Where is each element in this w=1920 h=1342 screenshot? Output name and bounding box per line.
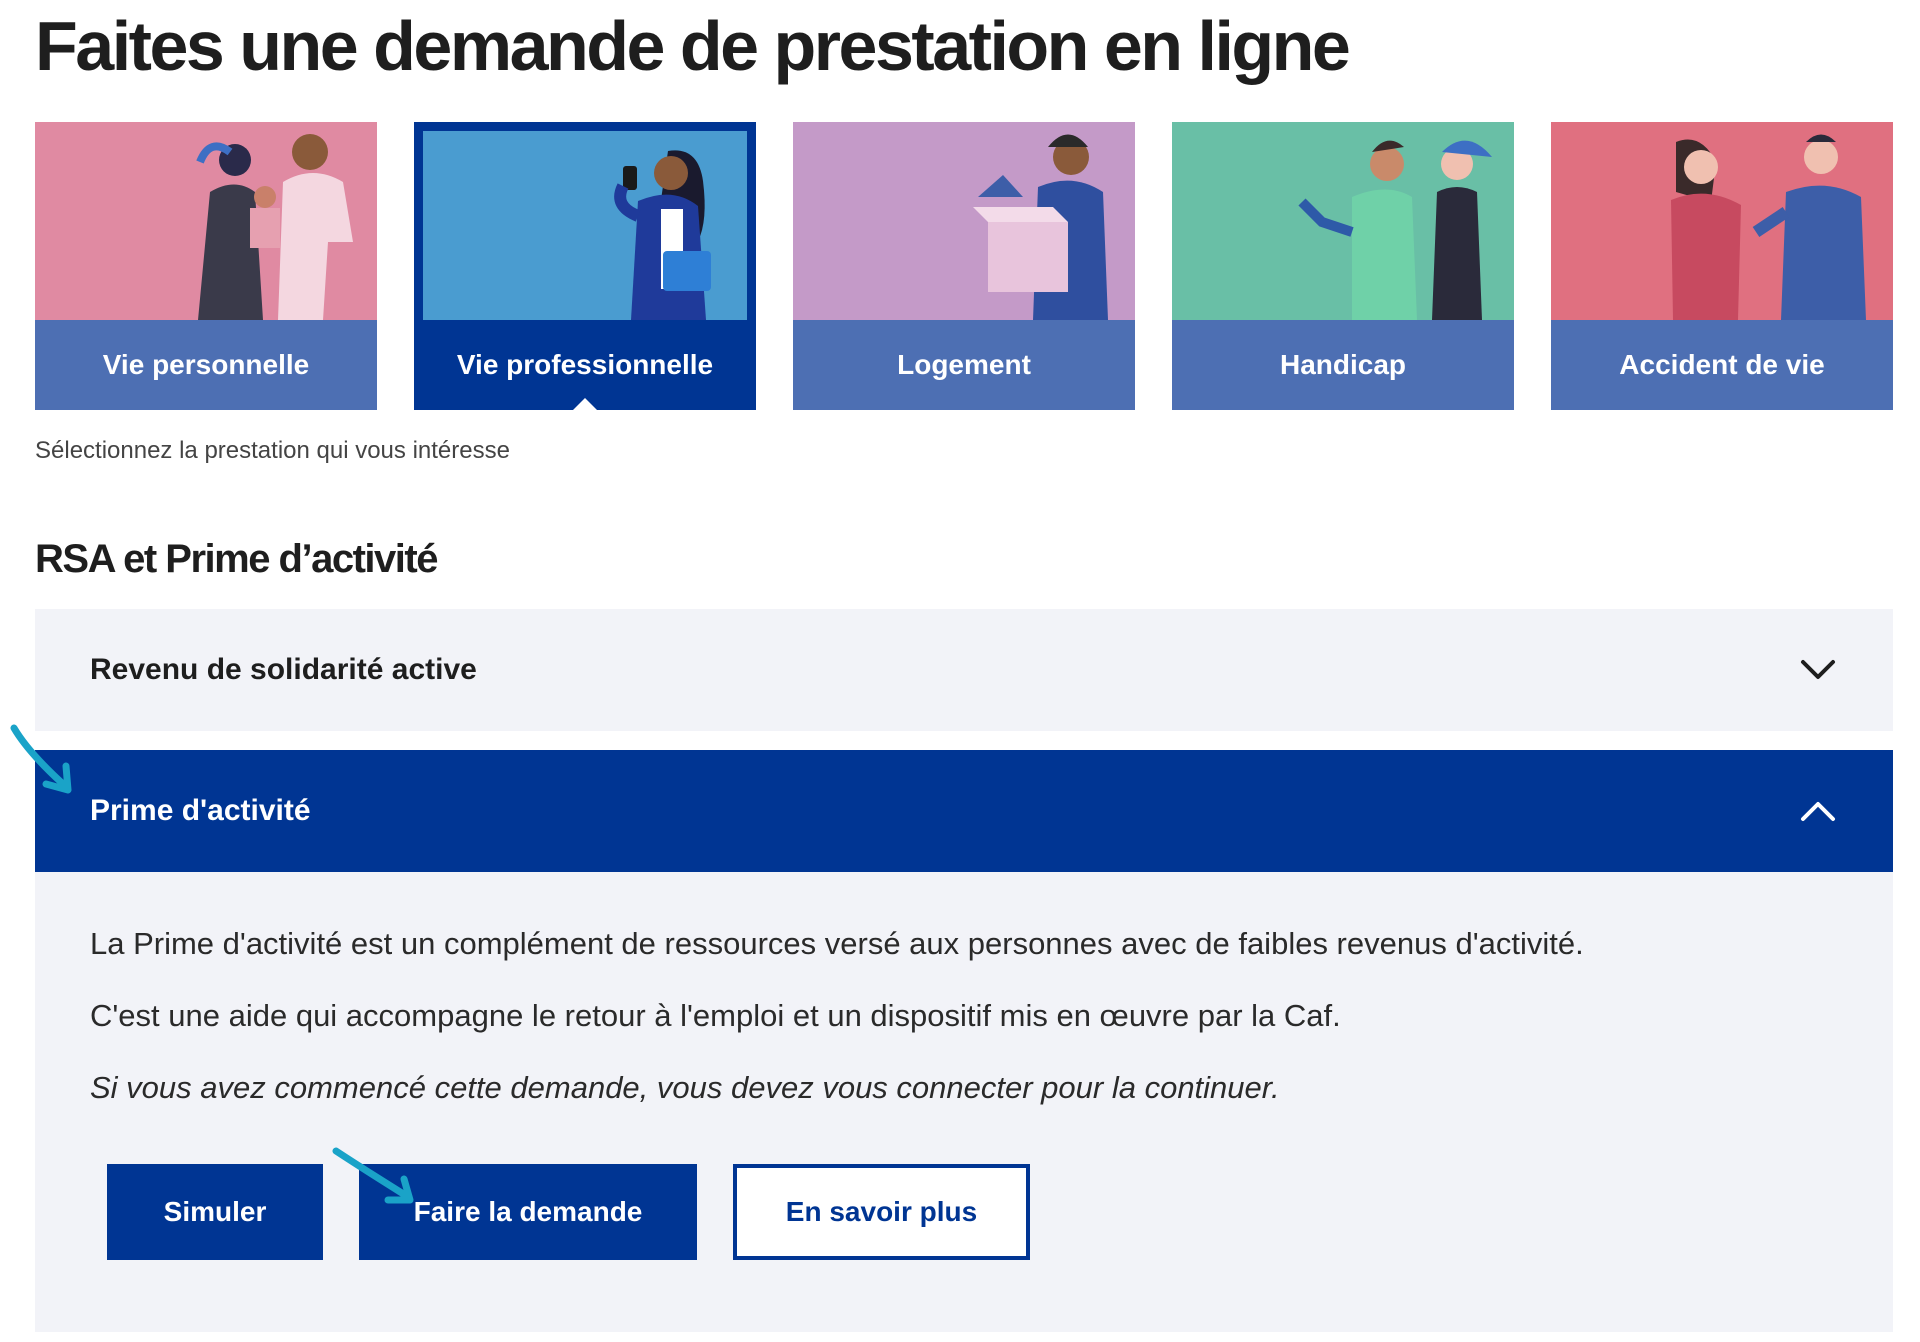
moving-box-illustration xyxy=(793,122,1135,320)
accordion-item-prime-activite: Prime d'activité La Prime d'activité est… xyxy=(35,750,1893,1332)
category-cards: Vie personnelle Vie professionnelle Loge… xyxy=(35,122,1893,410)
active-pointer xyxy=(573,398,597,410)
category-label: Vie personnelle xyxy=(35,320,377,410)
chevron-down-icon[interactable] xyxy=(1798,650,1838,690)
accordion-panel-prime-activite: La Prime d'activité est un complément de… xyxy=(35,872,1893,1332)
accordion-header-rsa[interactable]: Revenu de solidarité active xyxy=(35,609,1893,731)
section-title: RSA et Prime d’activité xyxy=(35,537,438,581)
category-card-vie-personnelle[interactable]: Vie personnelle xyxy=(35,122,377,410)
accordion-title: Revenu de solidarité active xyxy=(90,653,477,686)
continuation-note: Si vous avez commencé cette demande, vou… xyxy=(90,1070,1280,1105)
worker-phone-illustration xyxy=(423,131,747,320)
simulate-button[interactable]: Simuler xyxy=(107,1164,323,1260)
family-illustration xyxy=(35,122,377,320)
category-label: Vie professionnelle xyxy=(414,320,756,410)
comforting-illustration xyxy=(1551,122,1893,320)
accordion-item-rsa: Revenu de solidarité active xyxy=(35,609,1893,731)
prosthetic-arm-illustration xyxy=(1172,122,1514,320)
chevron-up-icon[interactable] xyxy=(1798,791,1838,831)
annotation-arrow-icon xyxy=(10,724,72,794)
page-title: Faites une demande de prestation en lign… xyxy=(35,7,1351,85)
accordion-header-prime-activite[interactable]: Prime d'activité xyxy=(35,750,1893,872)
category-label: Logement xyxy=(793,320,1135,410)
category-card-accident-de-vie[interactable]: Accident de vie xyxy=(1551,122,1893,410)
accordion-title: Prime d'activité xyxy=(90,794,311,827)
category-label: Accident de vie xyxy=(1551,320,1893,410)
description-paragraph: C'est une aide qui accompagne le retour … xyxy=(90,998,1341,1033)
category-card-handicap[interactable]: Handicap xyxy=(1172,122,1514,410)
category-label: Handicap xyxy=(1172,320,1514,410)
selection-hint: Sélectionnez la prestation qui vous inté… xyxy=(35,437,510,464)
annotation-arrow-icon xyxy=(332,1147,414,1204)
description-paragraph: La Prime d'activité est un complément de… xyxy=(90,926,1584,961)
learn-more-button[interactable]: En savoir plus xyxy=(733,1164,1030,1260)
category-card-vie-professionnelle[interactable]: Vie professionnelle xyxy=(414,122,756,410)
category-card-logement[interactable]: Logement xyxy=(793,122,1135,410)
